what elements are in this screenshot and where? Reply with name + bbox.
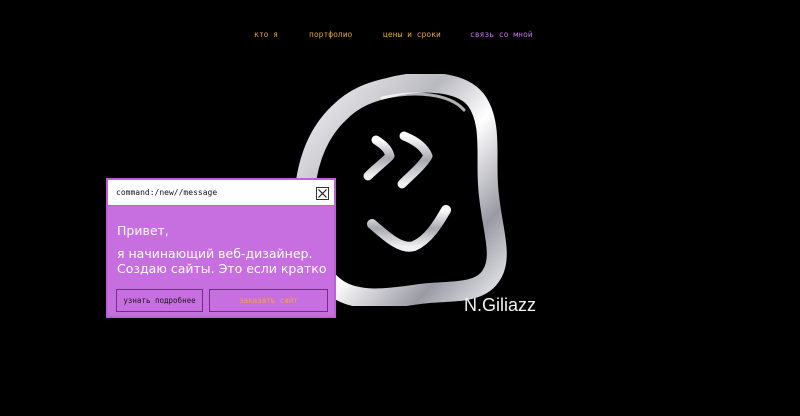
intro-line-2: Создаю сайты. Это если кратко xyxy=(117,261,327,276)
order-site-button[interactable]: заказать сайт xyxy=(209,289,328,312)
message-window: command:/new//message Привет, я начинающ… xyxy=(106,178,336,318)
signature: N.Giliazz xyxy=(464,295,537,315)
window-title: command:/new//message xyxy=(116,188,218,197)
nav-item-prices[interactable]: цены и сроки xyxy=(383,29,441,41)
greeting-text: Привет, xyxy=(117,223,169,238)
nav-item-contact[interactable]: связь со мной xyxy=(470,29,533,41)
page: кто я портфолио цены и сроки связь со мн… xyxy=(0,0,800,416)
intro-line: я начинающий веб-дизайнер. xyxy=(117,246,313,261)
close-icon[interactable] xyxy=(316,187,329,200)
window-titlebar: command:/new//message xyxy=(108,180,334,206)
top-nav: кто я портфолио цены и сроки связь со мн… xyxy=(0,29,800,41)
nav-item-portfolio[interactable]: портфолио xyxy=(309,29,352,41)
learn-more-button[interactable]: узнать подробнее xyxy=(116,289,203,312)
nav-item-about[interactable]: кто я xyxy=(254,29,278,41)
